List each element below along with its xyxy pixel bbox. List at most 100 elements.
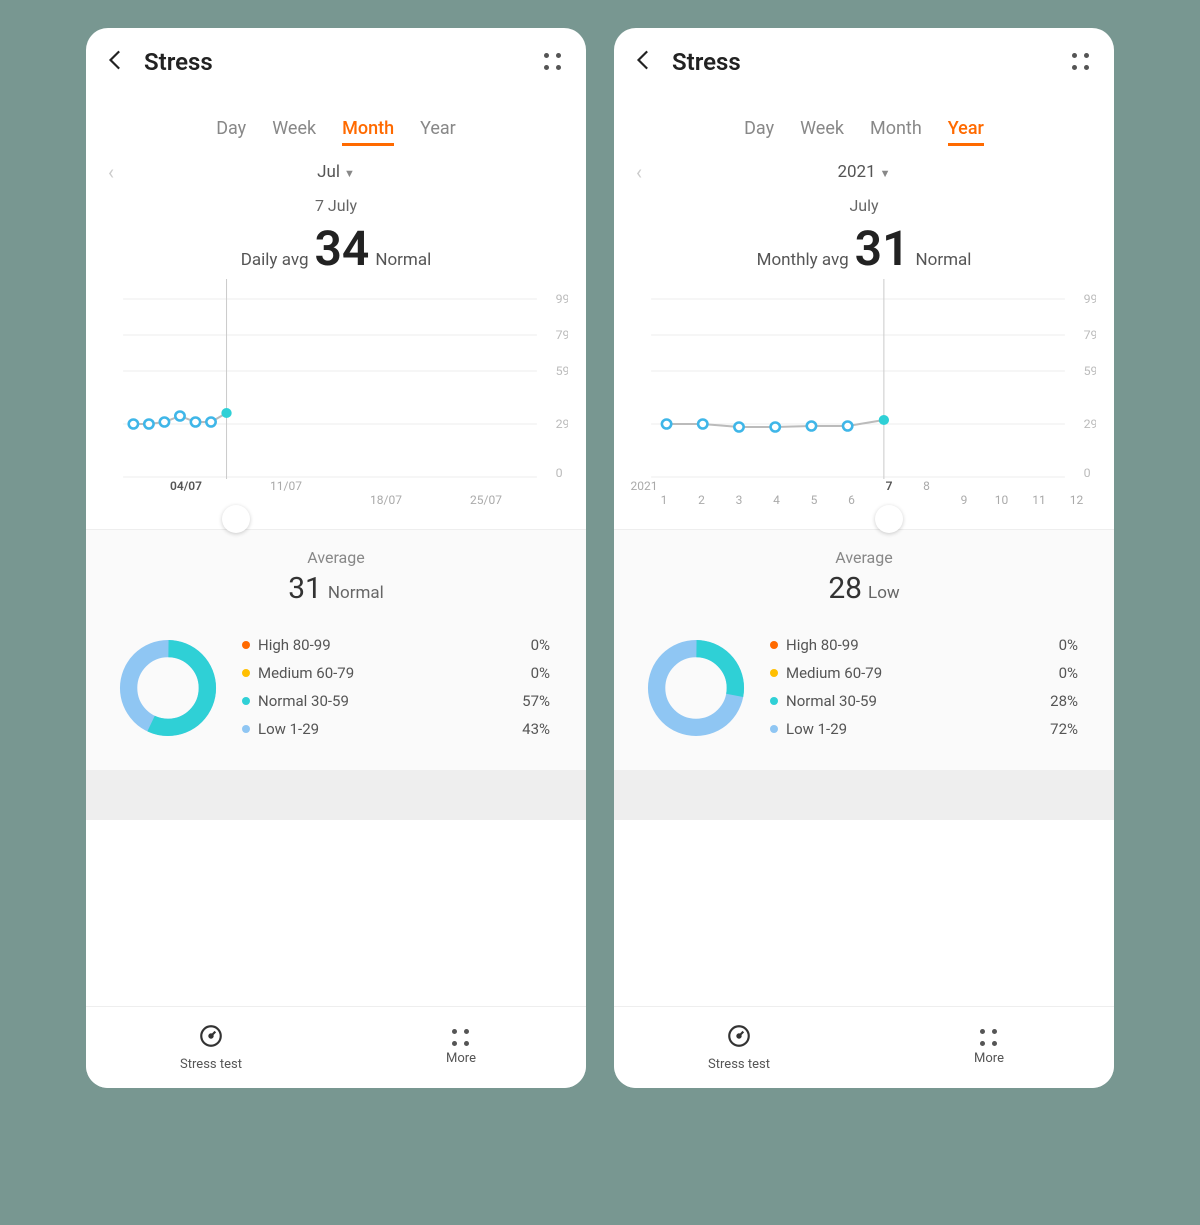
big-stat-value: 34 [315,225,370,273]
average-category: Normal [328,583,384,603]
tab-month[interactable]: Month [870,118,922,146]
screen-month: Stress Day Week Month Year ‹ Jul▼ › 7 Ju… [86,28,586,1088]
period-picker[interactable]: 2021 ▼ [642,162,1086,182]
stress-test-button[interactable]: Stress test [614,1007,864,1088]
legend-row: Medium 60-790% [242,664,556,682]
tab-day[interactable]: Day [216,118,246,146]
x-tick: 6 [848,493,855,507]
legend-row: High 80-990% [242,636,556,654]
back-icon[interactable] [632,47,658,77]
big-stat: Daily avg 34 Normal [86,225,586,273]
topbar: Stress [614,28,1114,88]
distribution-donut-icon [644,636,748,744]
average-row: 31 Normal [106,571,566,606]
x-axis[interactable]: 04/07 11/07 18/07 25/07 [86,479,586,525]
svg-text:79: 79 [556,328,568,342]
topbar: Stress [86,28,586,88]
stress-line-chart[interactable]: 99 79 59 29 0 [86,279,586,479]
more-button[interactable]: More [864,1007,1114,1088]
x-tick: 3 [736,493,743,507]
more-button[interactable]: More [336,1007,586,1088]
average-row: 28 Low [634,571,1094,606]
x-tick: 25/07 [470,493,502,507]
x-tick: 2 [698,493,705,507]
x-tick: 5 [811,493,818,507]
x-tick: 11 [1032,493,1046,507]
page-title: Stress [144,48,213,76]
big-stat-category: Normal [916,250,972,270]
x-tick: 12 [1070,493,1084,507]
period-tabs: Day Week Month Year [614,118,1114,146]
legend-row: High 80-990% [770,636,1084,654]
period-row: ‹ 2021▼ › [614,146,1114,184]
caret-down-icon: ▼ [880,167,891,180]
more-icon [980,1029,998,1047]
svg-text:99: 99 [556,292,568,306]
tab-month[interactable]: Month [342,118,394,146]
x-tick: 10 [995,493,1009,507]
x-tick: 1 [661,493,668,507]
distribution: High 80-990% Medium 60-790% Normal 30-59… [106,636,566,744]
x-tick: 04/07 [170,479,202,493]
caret-down-icon: ▼ [344,167,355,180]
legend-row: Low 1-2943% [242,720,556,738]
svg-text:99: 99 [1084,292,1096,306]
stress-test-button[interactable]: Stress test [86,1007,336,1088]
x-axis[interactable]: 2021 1 2 3 4 5 6 7 8 9 10 11 12 [614,479,1114,525]
x-tick: 8 [923,479,930,493]
timeline-handle[interactable] [875,505,903,533]
big-stat: Monthly avg 31 Normal [614,225,1114,273]
legend-row: Normal 30-5928% [770,692,1084,710]
average-label: Average [634,548,1094,567]
svg-text:29: 29 [1084,417,1096,431]
gauge-icon [198,1023,224,1053]
big-stat-value: 31 [855,225,910,273]
period-tabs: Day Week Month Year [86,118,586,146]
period-label: 2021 [837,162,875,182]
summary-panel: Average 31 Normal High 80-990% Medium 60… [86,529,586,770]
sub-period: 7 July [86,196,586,215]
average-category: Low [868,583,900,603]
screen-year: Stress Day Week Month Year ‹ 2021▼ › Jul… [614,28,1114,1088]
period-picker[interactable]: Jul ▼ [114,162,558,182]
gauge-icon [726,1023,752,1053]
x-tick: 11/07 [270,479,302,493]
bottom-bar: Stress test More [614,1006,1114,1088]
average-value: 31 [288,571,322,606]
sub-period: July [614,196,1114,215]
svg-text:0: 0 [1084,466,1091,479]
back-icon[interactable] [104,47,130,77]
legend-row: Medium 60-790% [770,664,1084,682]
x-tick: 9 [961,493,968,507]
summary-panel: Average 28 Low High 80-990% Medium 60-79… [614,529,1114,770]
svg-text:59: 59 [1084,364,1096,378]
collapse-icon[interactable] [1072,53,1090,71]
svg-text:79: 79 [1084,328,1096,342]
stress-line-chart[interactable]: 99 79 59 29 0 [614,279,1114,479]
collapse-icon[interactable] [544,53,562,71]
tab-year[interactable]: Year [948,118,984,146]
legend-row: Normal 30-5957% [242,692,556,710]
legend-row: Low 1-2972% [770,720,1084,738]
distribution-donut-icon [116,636,220,744]
bottom-bar: Stress test More [86,1006,586,1088]
big-stat-category: Normal [375,250,431,270]
tab-week[interactable]: Week [800,118,844,146]
timeline-handle[interactable] [222,505,250,533]
svg-text:0: 0 [556,466,563,479]
average-value: 28 [828,571,862,606]
distribution: High 80-990% Medium 60-790% Normal 30-59… [634,636,1094,744]
tab-week[interactable]: Week [272,118,316,146]
tab-day[interactable]: Day [744,118,774,146]
more-icon [452,1029,470,1047]
tab-year[interactable]: Year [420,118,456,146]
page-title: Stress [672,48,741,76]
svg-text:59: 59 [556,364,568,378]
x-tick: 4 [773,493,780,507]
big-stat-lead: Monthly avg [757,250,849,270]
period-row: ‹ Jul▼ › [86,146,586,184]
period-label: Jul [317,162,340,182]
average-label: Average [106,548,566,567]
x-tick: 2021 [631,479,658,493]
big-stat-lead: Daily avg [241,250,309,270]
